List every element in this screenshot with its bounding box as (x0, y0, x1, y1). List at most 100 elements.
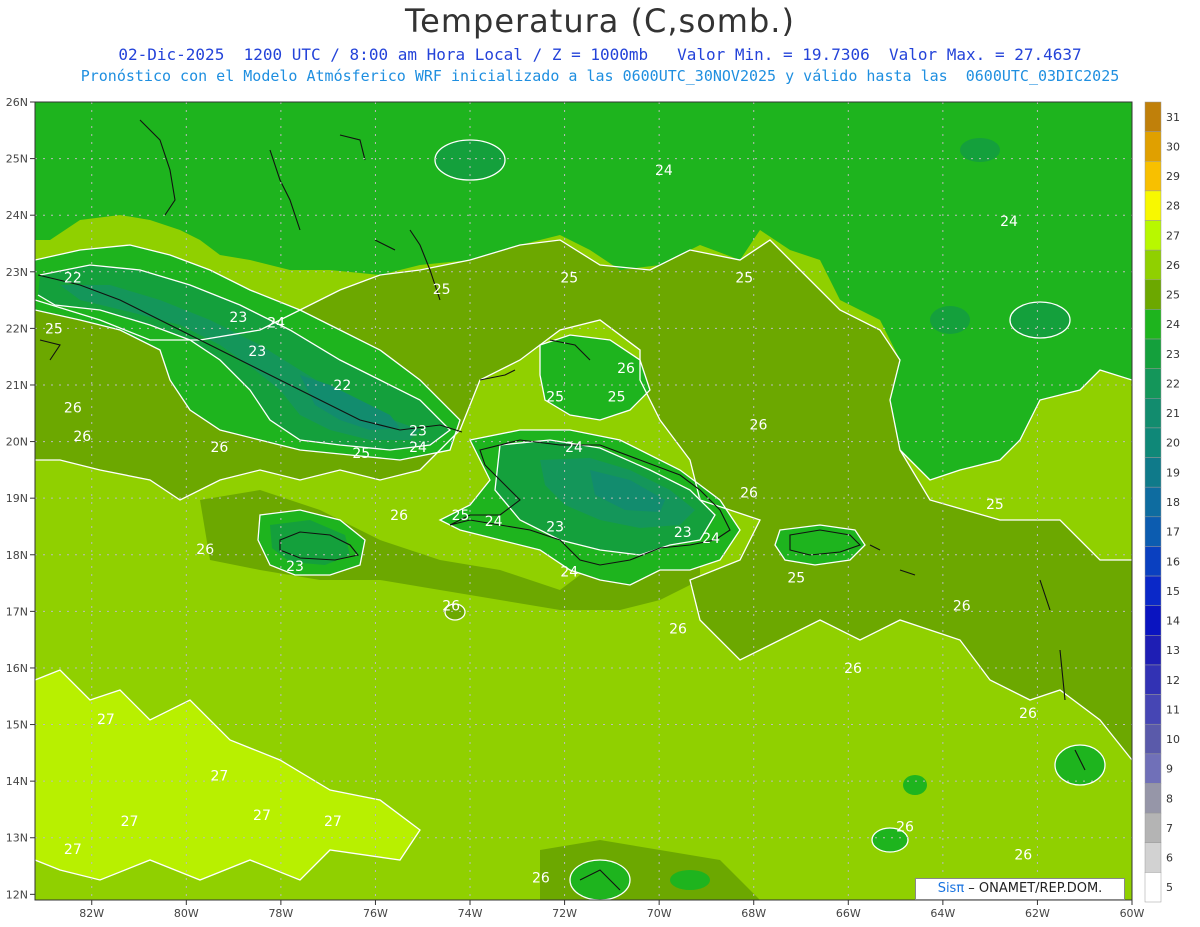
contour-label: 27 (210, 768, 228, 784)
colorbar-swatch (1144, 338, 1162, 369)
colorbar-label: 11 (1166, 703, 1180, 716)
contour-label: 24 (267, 316, 285, 332)
lon-tick-label: 60W (1120, 907, 1145, 920)
colorbar-label: 8 (1166, 792, 1173, 805)
colorbar-label: 7 (1166, 822, 1173, 835)
contour-label: 26 (740, 486, 758, 502)
contour-label: 23 (409, 423, 427, 439)
contour-label: 24 (702, 531, 720, 547)
contour-label: 26 (196, 542, 214, 558)
contour-label: 26 (73, 429, 91, 445)
contour-label: 26 (844, 661, 862, 677)
contour-label: 25 (452, 508, 470, 524)
colorbar-swatch (1144, 368, 1162, 399)
contour-label: 26 (669, 621, 687, 637)
colorbar-label: 31 (1166, 111, 1180, 124)
contour-label: 25 (352, 446, 370, 462)
lat-tick-label: 17N (6, 605, 28, 618)
temp-cell (125, 420, 155, 460)
colorbar-swatch (1144, 694, 1162, 725)
contour-label: 26 (1014, 848, 1032, 864)
contour-label: 23 (248, 344, 266, 360)
lat-tick-label: 16N (6, 662, 28, 675)
colorbar-label: 25 (1166, 289, 1180, 302)
contour-label: 23 (674, 525, 692, 541)
lon-tick-label: 66W (836, 907, 861, 920)
colorbar-swatch (1144, 664, 1162, 695)
colorbar-label: 14 (1166, 615, 1180, 628)
colorbar-label: 18 (1166, 496, 1180, 509)
lon-tick-label: 82W (79, 907, 104, 920)
contour-label: 27 (97, 712, 115, 728)
credit-box: Sisπ – ONAMET/REP.DOM. (915, 878, 1125, 900)
lat-tick-label: 15N (6, 719, 28, 732)
colorbar-label: 15 (1166, 585, 1180, 598)
colorbar-swatch (1144, 812, 1162, 843)
colorbar-label: 12 (1166, 674, 1180, 687)
contour-label: 25 (735, 270, 753, 286)
temperature-map: 24242525 25222523 2423222625 25262626232425… (6, 96, 1180, 920)
contour-label: 23 (286, 559, 304, 575)
lon-tick-label: 78W (268, 907, 293, 920)
colorbar-swatch (1144, 872, 1162, 903)
colorbar-label: 27 (1166, 229, 1180, 242)
colorbar-swatch (1144, 161, 1162, 192)
colorbar-label: 20 (1166, 437, 1180, 450)
colorbar-swatch (1144, 309, 1162, 340)
colorbar-swatch (1144, 753, 1162, 784)
lon-tick-label: 76W (363, 907, 388, 920)
contour-label: 27 (64, 842, 82, 858)
contour-label: 25 (986, 497, 1004, 513)
colorbar-swatch (1144, 723, 1162, 755)
colorbar-swatch (1144, 546, 1162, 577)
contour-label: 26 (210, 440, 228, 456)
temp-cell (930, 306, 970, 334)
lat-tick-label: 14N (6, 775, 28, 788)
colorbar-swatch (1144, 842, 1162, 873)
lon-tick-label: 68W (741, 907, 766, 920)
lat-tick-label: 24N (6, 209, 28, 222)
lon-tick-label: 80W (174, 907, 199, 920)
contour-label: 27 (253, 808, 271, 824)
lat-tick-label: 18N (6, 549, 28, 562)
contour-label: 26 (953, 599, 971, 615)
colorbar-label: 9 (1166, 763, 1173, 776)
contour-label: 26 (896, 819, 914, 835)
contour-label: 23 (546, 519, 564, 535)
temp-cell (670, 870, 710, 890)
colorbar-label: 22 (1166, 377, 1180, 390)
contour-label: 26 (532, 870, 550, 886)
colorbar-swatch (1144, 398, 1162, 429)
contour-label: 25 (546, 389, 564, 405)
colorbar-swatch (1144, 605, 1162, 636)
contour-label: 26 (64, 401, 82, 417)
lon-tick-label: 64W (930, 907, 955, 920)
contour-label: 26 (442, 599, 460, 615)
colorbar-label: 5 (1166, 881, 1173, 894)
colorbar-swatch (1144, 131, 1162, 162)
credit-brand: Sisπ (937, 881, 965, 896)
colorbar-label: 23 (1166, 348, 1180, 361)
lon-tick-label: 70W (647, 907, 672, 920)
contour-label: 24 (1000, 214, 1018, 230)
colorbar-label: 17 (1166, 526, 1180, 539)
contour-label: 22 (64, 270, 82, 286)
longitude-axis: 82W 80W 78W 76W 74W 72W 70W 68W 66W 64W 62W 60W (79, 900, 1145, 920)
contour-label: 26 (750, 418, 768, 434)
lat-tick-label: 13N (6, 832, 28, 845)
contour-label: 22 (333, 378, 351, 394)
contour-label: 25 (787, 570, 805, 586)
contour-label: 25 (608, 389, 626, 405)
colorbar-swatch (1144, 457, 1162, 488)
colorbar-swatch (1144, 190, 1162, 221)
contour-label: 24 (565, 440, 583, 456)
lat-tick-label: 23N (6, 266, 28, 279)
lat-tick-label: 12N (6, 888, 28, 901)
temp-cell (1030, 630, 1070, 690)
contour-label: 25 (433, 282, 451, 298)
latitude-axis: 26N 25N 24N 23N 22N 21N 20N 19N 18N 17N 16N 15N 14N 1… (6, 96, 35, 901)
contour-label: 24 (655, 163, 673, 179)
contour-label: 24 (485, 514, 503, 530)
colorbar-swatch (1144, 516, 1162, 547)
colorbar-label: 29 (1166, 170, 1180, 183)
